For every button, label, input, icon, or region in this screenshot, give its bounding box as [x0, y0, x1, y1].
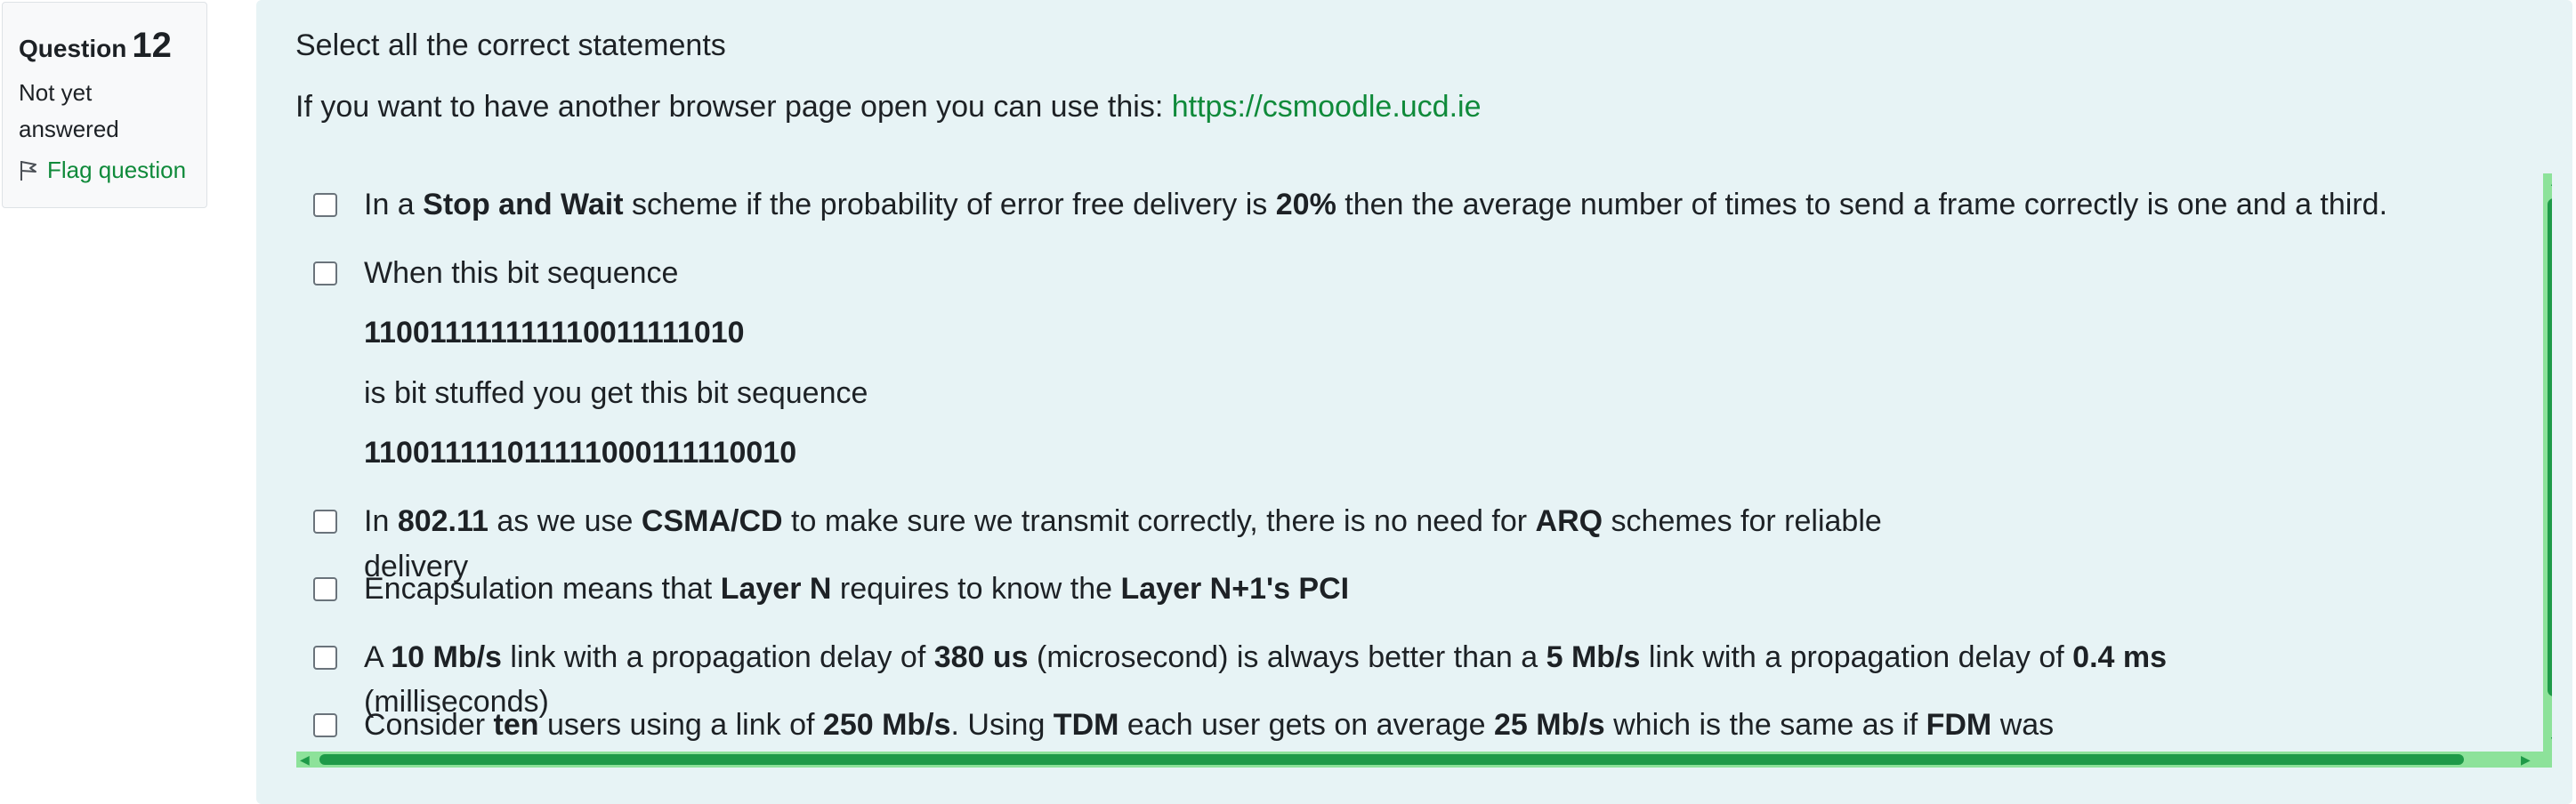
scroll-down-arrow-icon[interactable]: ▼ — [2548, 734, 2552, 746]
flag-icon — [20, 160, 36, 181]
question-state: Not yet answered — [19, 75, 190, 148]
flag-question-button[interactable]: Flag question — [19, 157, 190, 184]
question-number: Question 12 — [19, 26, 190, 66]
scroll-right-arrow-icon[interactable]: ▶ — [2521, 753, 2531, 766]
question-number-value: 12 — [132, 26, 172, 65]
answer-text-1: In a Stop and Wait scheme if the probabi… — [364, 188, 2388, 221]
vertical-scrollbar[interactable]: ▲ ▼ — [2543, 173, 2552, 752]
answer-checkbox-1[interactable] — [313, 193, 337, 217]
answer-text-3: In 802.11 as we use CSMA/CD to make sure… — [364, 504, 1882, 538]
vertical-scroll-thumb[interactable] — [2548, 198, 2552, 696]
browser-hint: If you want to have another browser page… — [295, 90, 1482, 125]
answer-text-2: When this bit sequence — [364, 256, 679, 290]
scroll-up-arrow-icon[interactable]: ▲ — [2548, 175, 2552, 188]
answer-list[interactable]: In a Stop and Wait scheme if the probabi… — [296, 173, 2552, 768]
answer-checkbox-3[interactable] — [313, 510, 337, 534]
answer-checkbox-5[interactable] — [313, 646, 337, 670]
answer-checkbox-4[interactable] — [313, 577, 337, 601]
answer-text-4: Encapsulation means that Layer N require… — [364, 572, 1350, 606]
question-text: Select all the correct statements — [295, 28, 726, 62]
state-line1: Not yet — [19, 79, 93, 106]
question-info: Question 12 Not yet answered Flag questio… — [2, 2, 207, 208]
answer-text-5: A 10 Mb/s link with a propagation delay … — [364, 640, 2168, 674]
state-line2: answered — [19, 116, 119, 142]
answer-text-6: Consider ten users using a link of 250 M… — [364, 708, 2055, 742]
question-label: Question — [19, 35, 127, 62]
answer-checkbox-2[interactable] — [313, 261, 337, 285]
browser-hint-text: If you want to have another browser page… — [295, 90, 1172, 124]
horizontal-scroll-thumb[interactable] — [319, 754, 2464, 765]
answer-checkbox-6[interactable] — [313, 713, 337, 737]
scroll-left-arrow-icon[interactable]: ◀ — [300, 753, 310, 766]
horizontal-scrollbar[interactable]: ◀ ▶ — [296, 752, 2552, 768]
flag-question-label: Flag question — [47, 157, 187, 183]
moodle-link[interactable]: https://csmoodle.ucd.ie — [1172, 90, 1482, 124]
question-formulation: Select all the correct statements If you… — [256, 0, 2572, 804]
